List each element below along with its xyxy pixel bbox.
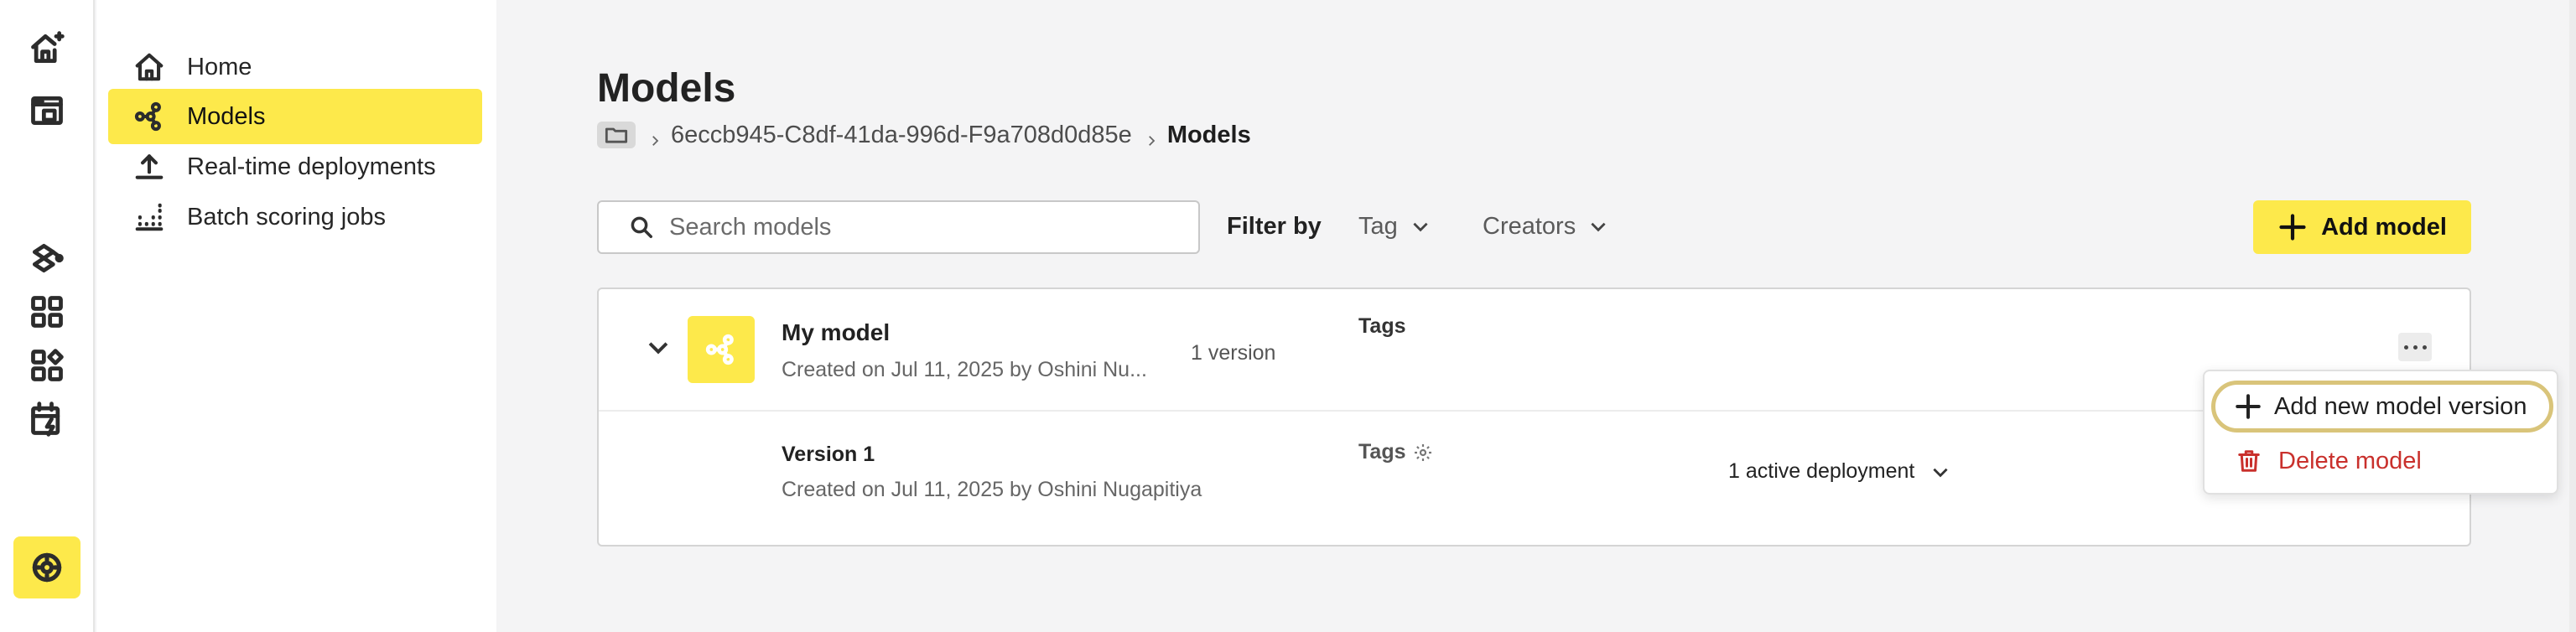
sidebar-item-label: Real-time deployments bbox=[187, 153, 436, 180]
sidebar-item-home[interactable]: Home bbox=[108, 39, 482, 95]
apps-grid-icon[interactable] bbox=[27, 292, 67, 332]
active-deployments-dropdown[interactable]: 1 active deployment bbox=[1728, 459, 1951, 484]
chevron-down-icon bbox=[1933, 468, 1948, 477]
sidebar-item-models[interactable]: Models bbox=[108, 89, 482, 144]
calendar-bolt-icon[interactable] bbox=[27, 399, 67, 439]
brain-circuit-icon[interactable] bbox=[13, 536, 80, 598]
chevron-right-icon bbox=[647, 127, 662, 146]
scrollbar[interactable] bbox=[2569, 0, 2576, 632]
add-model-button[interactable]: Add model bbox=[2253, 200, 2471, 254]
version-name[interactable]: Version 1 bbox=[782, 443, 875, 467]
search-input[interactable] bbox=[669, 213, 1172, 241]
app-rail bbox=[0, 0, 95, 632]
breadcrumb-project[interactable]: 6eccb945-C8df-41da-996d-F9a708d0d85e bbox=[671, 122, 1132, 149]
tag-filter-label: Tag bbox=[1358, 212, 1398, 240]
search-box[interactable] bbox=[597, 200, 1200, 254]
sidebar-item-label: Models bbox=[187, 102, 266, 130]
trash-icon bbox=[2238, 450, 2260, 472]
filter-by-label: Filter by bbox=[1227, 213, 1322, 240]
search-icon bbox=[631, 216, 652, 238]
puzzle-network-icon[interactable] bbox=[27, 238, 67, 278]
model-actions-menu: Add new model version Delete model bbox=[2203, 370, 2558, 495]
store-icon[interactable] bbox=[27, 91, 67, 131]
breadcrumb-current: Models bbox=[1166, 121, 1251, 148]
apps-add-icon[interactable] bbox=[27, 345, 67, 386]
model-tags-label: Tags bbox=[1358, 314, 1406, 338]
dot-icon bbox=[2422, 344, 2427, 350]
creators-filter-label: Creators bbox=[1483, 212, 1576, 240]
model-created-meta: Created on Jul 11, 2025 by Oshini Nu... bbox=[782, 358, 1147, 381]
active-deployments-label: 1 active deployment bbox=[1728, 459, 1915, 483]
model-graph-icon bbox=[134, 101, 161, 132]
sidebar-nav: Home Models Real-time deployments Batch … bbox=[96, 0, 496, 632]
delete-model-menu-item[interactable]: Delete model bbox=[2211, 435, 2553, 487]
model-name[interactable]: My model bbox=[782, 319, 890, 346]
batch-grid-icon bbox=[135, 203, 164, 231]
upload-icon bbox=[135, 154, 164, 179]
sidebar-item-batch-scoring-jobs[interactable]: Batch scoring jobs bbox=[108, 189, 482, 245]
more-actions-button[interactable] bbox=[2398, 333, 2432, 361]
model-version-count: 1 version bbox=[1191, 341, 1276, 365]
collapse-chevron-icon[interactable] bbox=[644, 333, 673, 361]
version-tags-label: Tags bbox=[1358, 440, 1406, 464]
home-icon bbox=[135, 53, 164, 81]
chevron-down-icon bbox=[1413, 222, 1428, 232]
creators-filter-dropdown[interactable]: Creators bbox=[1483, 210, 1609, 243]
folder-icon[interactable] bbox=[597, 122, 636, 148]
sidebar-item-label: Batch scoring jobs bbox=[187, 203, 386, 231]
sidebar-item-label: Home bbox=[187, 53, 252, 80]
sidebar-item-realtime-deployments[interactable]: Real-time deployments bbox=[108, 139, 482, 194]
plus-icon bbox=[2279, 214, 2306, 241]
add-new-model-version-menu-item[interactable]: Add new model version bbox=[2211, 381, 2553, 433]
row-divider bbox=[599, 410, 2470, 412]
plus-icon bbox=[2236, 394, 2261, 419]
delete-model-label: Delete model bbox=[2278, 447, 2422, 474]
dot-icon bbox=[2403, 344, 2408, 350]
house-sparkle-icon[interactable] bbox=[27, 28, 67, 69]
model-graph-icon bbox=[705, 334, 734, 365]
dot-icon bbox=[2412, 344, 2418, 350]
add-model-label: Add model bbox=[2321, 213, 2447, 241]
chevron-right-icon bbox=[1144, 127, 1159, 146]
breadcrumb: 6eccb945-C8df-41da-996d-F9a708d0d85e Mod… bbox=[597, 121, 1251, 149]
version-tags: Tags bbox=[1358, 440, 1433, 464]
version-created-meta: Created on Jul 11, 2025 by Oshini Nugapi… bbox=[782, 478, 1202, 501]
add-new-model-version-label: Add new model version bbox=[2274, 392, 2527, 420]
model-avatar bbox=[688, 316, 755, 383]
gear-icon[interactable] bbox=[1413, 443, 1433, 463]
page-title: Models bbox=[597, 66, 736, 111]
tag-filter-dropdown[interactable]: Tag bbox=[1358, 210, 1431, 243]
model-card: My model Created on Jul 11, 2025 by Oshi… bbox=[597, 288, 2471, 547]
chevron-down-icon bbox=[1591, 222, 1606, 232]
